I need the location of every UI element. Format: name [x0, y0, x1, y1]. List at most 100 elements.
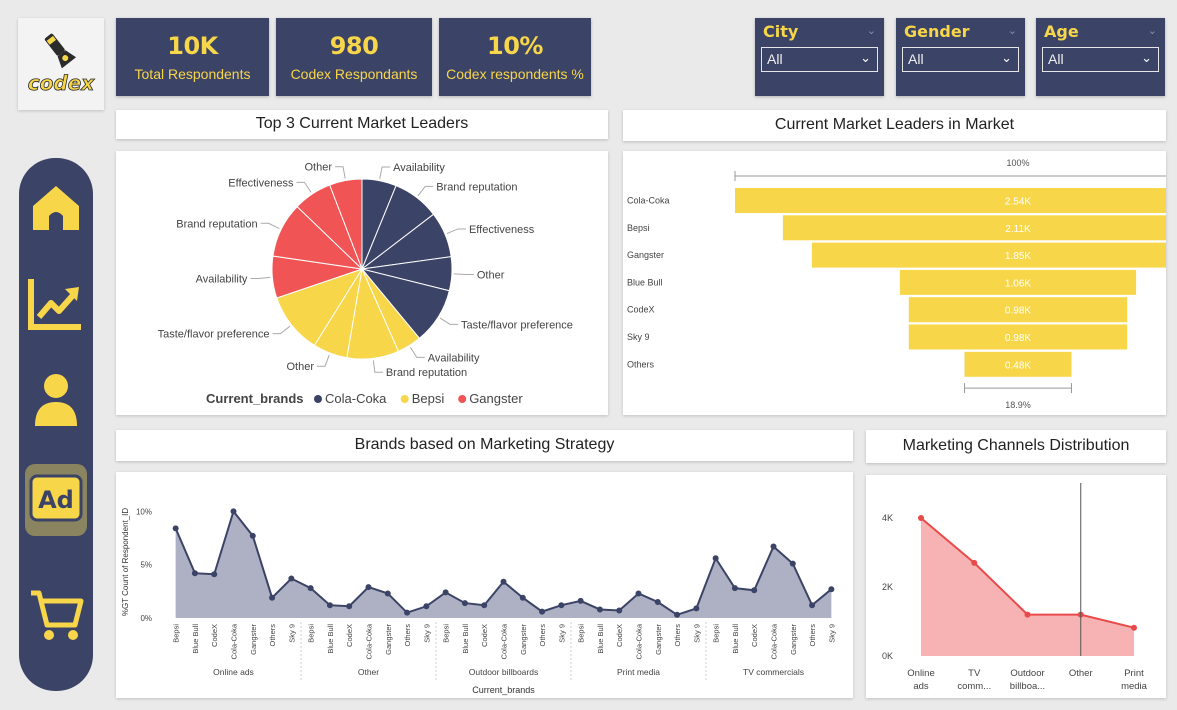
pie-slice-label: Effectiveness — [469, 224, 535, 236]
x-tick-label: Sky 9 — [422, 624, 431, 643]
nav-home[interactable] — [25, 176, 87, 238]
data-point[interactable] — [809, 602, 816, 609]
data-point[interactable] — [384, 590, 391, 597]
data-point[interactable] — [712, 555, 719, 562]
city-dropdown[interactable]: All ⌄ — [761, 47, 878, 72]
gender-dropdown[interactable]: All ⌄ — [902, 47, 1019, 72]
data-point[interactable] — [789, 560, 796, 567]
chevron-down-icon[interactable]: ⌄ — [867, 24, 876, 37]
x-tick-label: Gangster — [249, 624, 258, 655]
data-point[interactable] — [442, 589, 449, 596]
data-point[interactable] — [481, 602, 488, 609]
pie-leader-line — [317, 354, 330, 367]
kpi-codex-respondants: 980 Codex Respondants — [276, 18, 432, 96]
chevron-down-icon[interactable]: ⌄ — [1148, 24, 1157, 37]
data-point[interactable] — [423, 603, 430, 610]
chevron-down-icon[interactable]: ⌄ — [1141, 50, 1152, 66]
pie-leader-line — [446, 228, 466, 235]
pie-leader-line — [272, 325, 291, 335]
city-slicer[interactable]: City ⌄ All ⌄ — [755, 18, 884, 96]
data-point[interactable] — [674, 611, 681, 618]
slicer-title: Gender — [904, 22, 970, 41]
svg-text:Ad: Ad — [38, 486, 74, 514]
data-point[interactable] — [751, 587, 758, 594]
funnel-bar[interactable] — [735, 188, 1177, 213]
chevron-down-icon[interactable]: ⌄ — [1001, 50, 1012, 66]
x-tick-label: Sky 9 — [827, 624, 836, 643]
data-point[interactable] — [828, 586, 835, 593]
funnel-chart-card: 100% 2.54K Cola-Coka 2.11K Bepsi 1.85K Gangste… — [623, 151, 1177, 415]
chevron-down-icon[interactable]: ⌄ — [860, 50, 871, 66]
pie-slice-label: Brand reputation — [386, 367, 467, 379]
x-tick-label: Others — [808, 624, 817, 647]
data-point[interactable] — [558, 602, 565, 609]
pie-leader-line — [372, 360, 383, 373]
data-point[interactable] — [249, 532, 256, 539]
funnel-bottom-label: 18.9% — [1005, 400, 1031, 410]
nav-ads[interactable]: Ad — [25, 464, 87, 536]
pie-slice-label: Taste/flavor preference — [461, 319, 573, 331]
chevron-down-icon[interactable]: ⌄ — [1008, 24, 1017, 37]
pie-slice-label: Brand reputation — [176, 218, 257, 230]
data-point[interactable] — [461, 600, 468, 607]
data-point[interactable] — [539, 608, 546, 615]
data-point[interactable] — [918, 515, 924, 521]
strategy-area — [175, 511, 832, 618]
data-point[interactable] — [269, 594, 276, 601]
legend-item[interactable]: Bepsi — [412, 391, 445, 406]
data-point[interactable] — [693, 605, 700, 612]
data-point[interactable] — [404, 609, 411, 616]
slicer-title: City — [763, 22, 799, 41]
data-point[interactable] — [211, 571, 218, 578]
data-point[interactable] — [307, 585, 314, 592]
x-tick-label: Cola-Coka — [230, 623, 239, 659]
logo-card: codex — [18, 18, 104, 110]
data-point[interactable] — [596, 606, 603, 613]
data-point[interactable] — [654, 599, 661, 605]
nav-trends[interactable] — [25, 271, 87, 333]
x-tick-label: Blue Bull — [731, 624, 740, 654]
kpi-codex-percent: 10% Codex respondents % — [439, 18, 591, 96]
data-point[interactable] — [346, 603, 353, 610]
data-point[interactable] — [172, 525, 179, 532]
data-point[interactable] — [577, 597, 584, 604]
data-point[interactable] — [971, 559, 978, 566]
data-point[interactable] — [1131, 624, 1137, 631]
area-chart-title: Marketing Channels Distribution — [866, 430, 1166, 463]
data-point[interactable] — [326, 602, 333, 609]
slicer-title: Age — [1044, 22, 1079, 41]
funnel-bar[interactable] — [782, 215, 1177, 241]
nav-cart[interactable] — [25, 583, 87, 645]
y-axis-title: %GT Count of Respondent_ID — [121, 508, 130, 617]
x-tick-label: Gangster — [789, 624, 798, 655]
pie-slice-label: Brand reputation — [436, 181, 517, 193]
gender-slicer[interactable]: Gender ⌄ All ⌄ — [896, 18, 1025, 96]
legend-item[interactable]: Cola-Coka — [325, 391, 387, 406]
data-point[interactable] — [770, 543, 777, 550]
age-slicer[interactable]: Age ⌄ All ⌄ — [1036, 18, 1165, 96]
data-point[interactable] — [230, 508, 237, 515]
x-tick-label: Bepsi — [172, 624, 181, 643]
data-point[interactable] — [635, 590, 642, 597]
kpi-value: 980 — [329, 32, 379, 60]
data-point[interactable] — [500, 578, 507, 585]
nav-profile[interactable] — [25, 368, 87, 430]
funnel-value-label: 2.54K — [1005, 197, 1031, 208]
data-point[interactable] — [365, 584, 372, 591]
age-dropdown[interactable]: All ⌄ — [1042, 47, 1159, 72]
x-tick-label: Blue Bull — [596, 624, 605, 654]
data-point[interactable] — [519, 594, 526, 601]
data-point[interactable] — [1024, 611, 1031, 618]
funnel-category-label: Others — [627, 359, 655, 369]
funnel-bar[interactable] — [811, 242, 1177, 268]
data-point[interactable] — [616, 607, 623, 614]
y-tick-label: 0K — [882, 651, 893, 661]
data-point[interactable] — [731, 585, 738, 592]
legend-item[interactable]: Gangster — [469, 391, 523, 406]
area-chart-card: 0K 2K 4K Online ads TV comm... Outdoor billboa..… — [866, 475, 1166, 698]
x-tick-label: ads — [913, 681, 929, 692]
funnel-category-label: Sky 9 — [627, 332, 650, 342]
funnel-category-label: Gangster — [627, 250, 664, 260]
data-point[interactable] — [191, 570, 198, 577]
data-point[interactable] — [288, 575, 295, 582]
